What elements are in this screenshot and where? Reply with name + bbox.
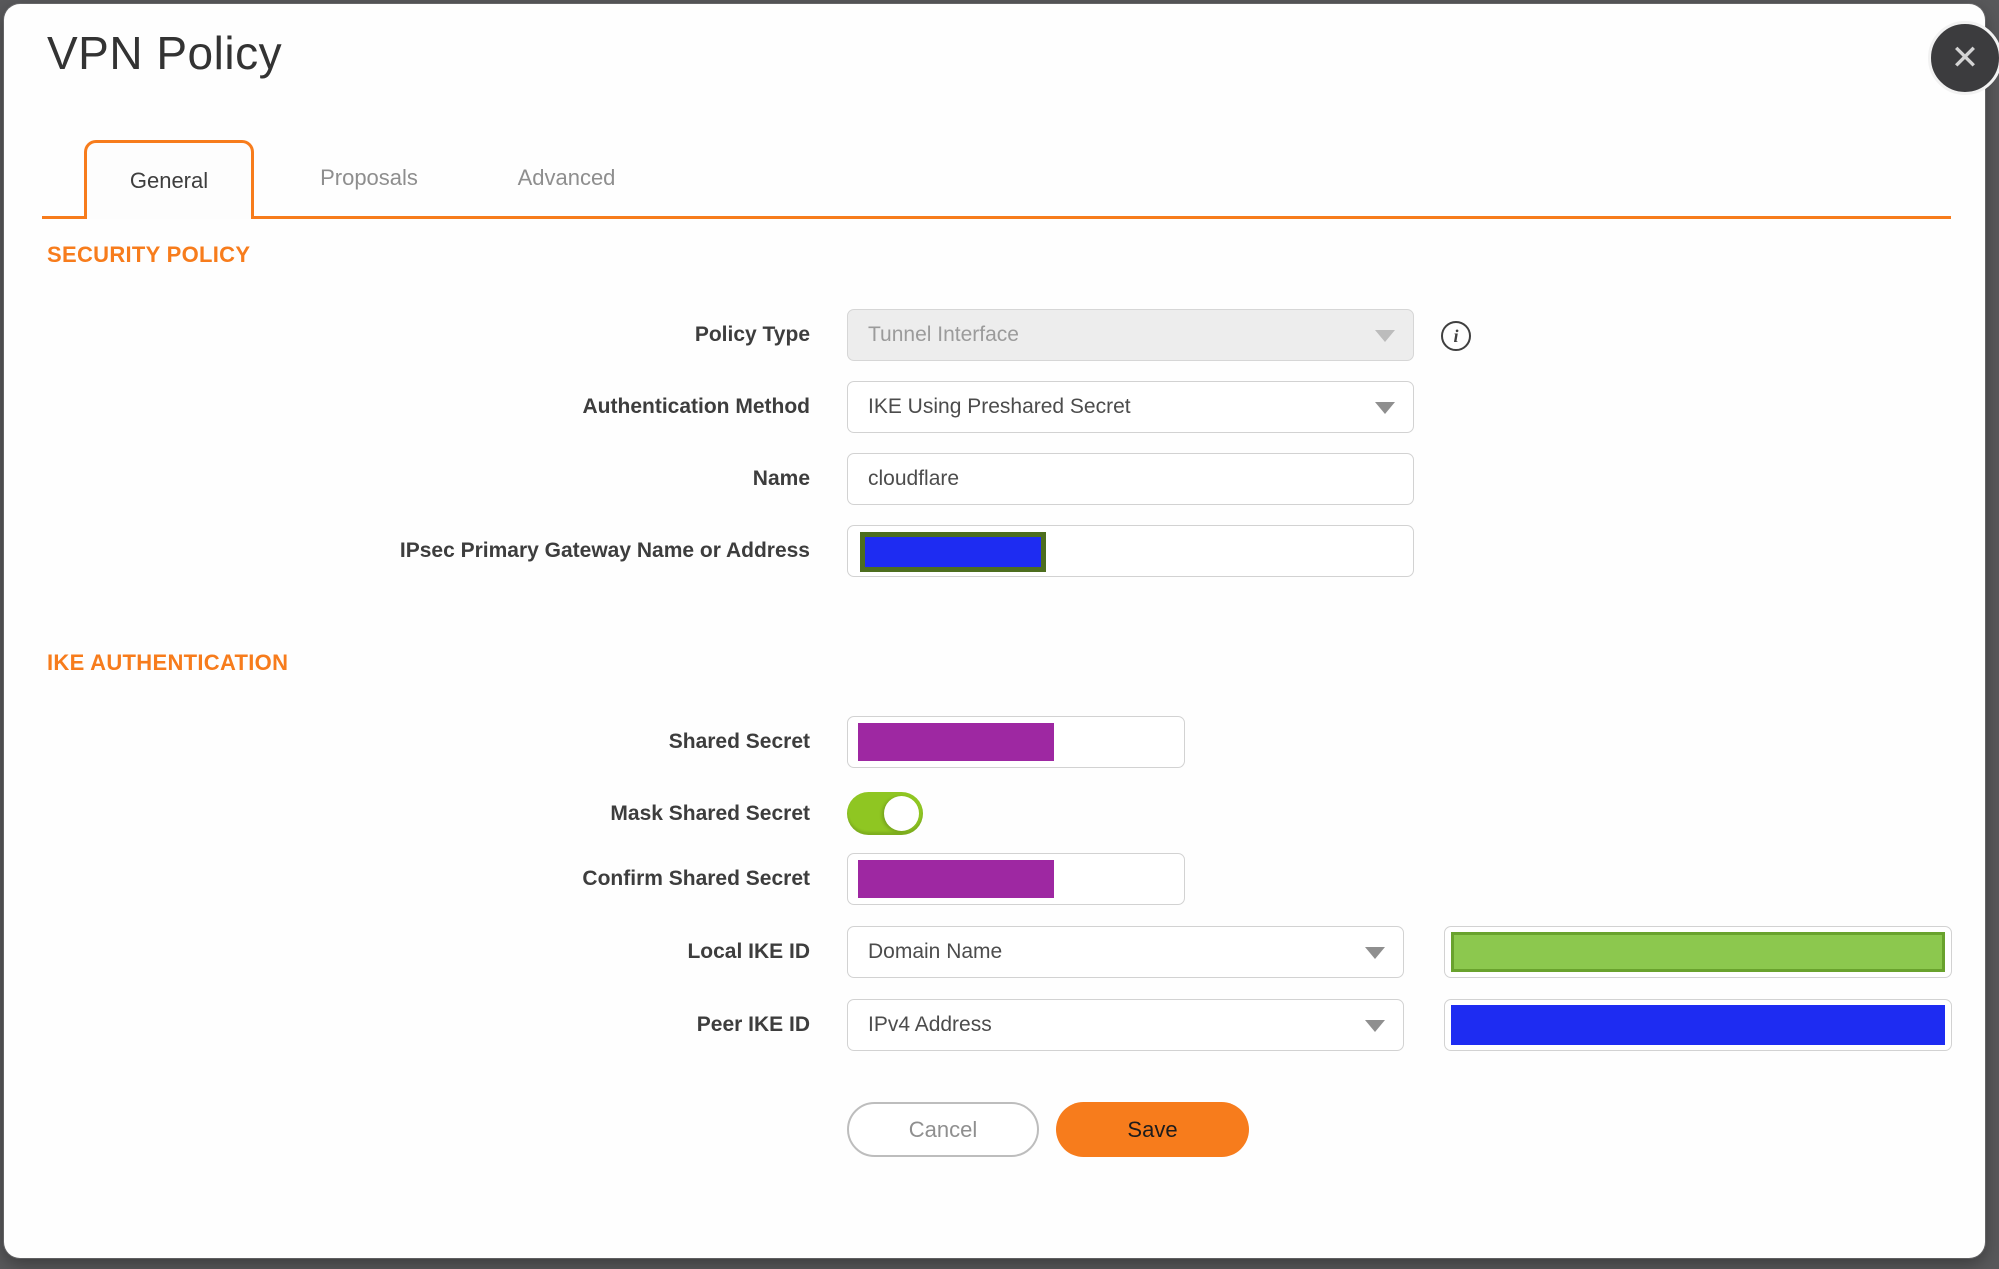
section-title-ike-authentication: IKE AUTHENTICATION bbox=[47, 650, 289, 675]
confirm-shared-secret-redaction bbox=[858, 860, 1054, 898]
local-ike-id-value: Domain Name bbox=[868, 940, 1003, 963]
name-label: Name bbox=[752, 467, 810, 490]
vpn-policy-dialog: VPN Policy General Proposals Advanced SE… bbox=[4, 4, 1985, 1258]
chevron-down-icon bbox=[1365, 1020, 1385, 1032]
mask-shared-secret-label: Mask Shared Secret bbox=[610, 802, 810, 825]
name-input[interactable] bbox=[847, 453, 1414, 505]
info-icon[interactable]: i bbox=[1441, 321, 1471, 351]
tab-general[interactable]: General bbox=[84, 140, 254, 219]
tab-advanced[interactable]: Advanced bbox=[504, 140, 629, 216]
tab-proposals[interactable]: Proposals bbox=[304, 140, 434, 216]
tab-underline bbox=[42, 216, 1951, 219]
local-ike-id-label: Local IKE ID bbox=[687, 940, 810, 963]
local-ike-id-select[interactable]: Domain Name bbox=[847, 926, 1404, 978]
peer-ike-id-select[interactable]: IPv4 Address bbox=[847, 999, 1404, 1051]
policy-type-value: Tunnel Interface bbox=[868, 323, 1019, 346]
authentication-method-select[interactable]: IKE Using Preshared Secret bbox=[847, 381, 1414, 433]
chevron-down-icon bbox=[1375, 402, 1395, 414]
shared-secret-redaction bbox=[858, 723, 1054, 761]
cancel-button[interactable]: Cancel bbox=[847, 1102, 1039, 1157]
ipsec-gateway-label: IPsec Primary Gateway Name or Address bbox=[399, 539, 810, 562]
authentication-method-value: IKE Using Preshared Secret bbox=[868, 395, 1131, 418]
policy-type-label: Policy Type bbox=[694, 323, 810, 346]
shared-secret-label: Shared Secret bbox=[668, 730, 810, 753]
ipsec-gateway-redaction bbox=[860, 532, 1046, 572]
policy-type-select: Tunnel Interface bbox=[847, 309, 1414, 361]
confirm-shared-secret-label: Confirm Shared Secret bbox=[582, 867, 810, 890]
peer-ike-id-redaction bbox=[1451, 1005, 1945, 1045]
close-button[interactable]: ✕ bbox=[1928, 21, 1999, 95]
peer-ike-id-value: IPv4 Address bbox=[868, 1013, 992, 1036]
section-title-security-policy: SECURITY POLICY bbox=[47, 242, 251, 267]
close-icon: ✕ bbox=[1950, 39, 1980, 77]
chevron-down-icon bbox=[1375, 330, 1395, 342]
page-title: VPN Policy bbox=[47, 27, 283, 79]
toggle-knob bbox=[884, 796, 919, 831]
peer-ike-id-label: Peer IKE ID bbox=[696, 1013, 810, 1036]
authentication-method-label: Authentication Method bbox=[582, 395, 810, 418]
local-ike-id-redaction bbox=[1451, 932, 1945, 972]
mask-shared-secret-toggle[interactable] bbox=[847, 792, 923, 835]
save-button[interactable]: Save bbox=[1056, 1102, 1249, 1157]
chevron-down-icon bbox=[1365, 947, 1385, 959]
